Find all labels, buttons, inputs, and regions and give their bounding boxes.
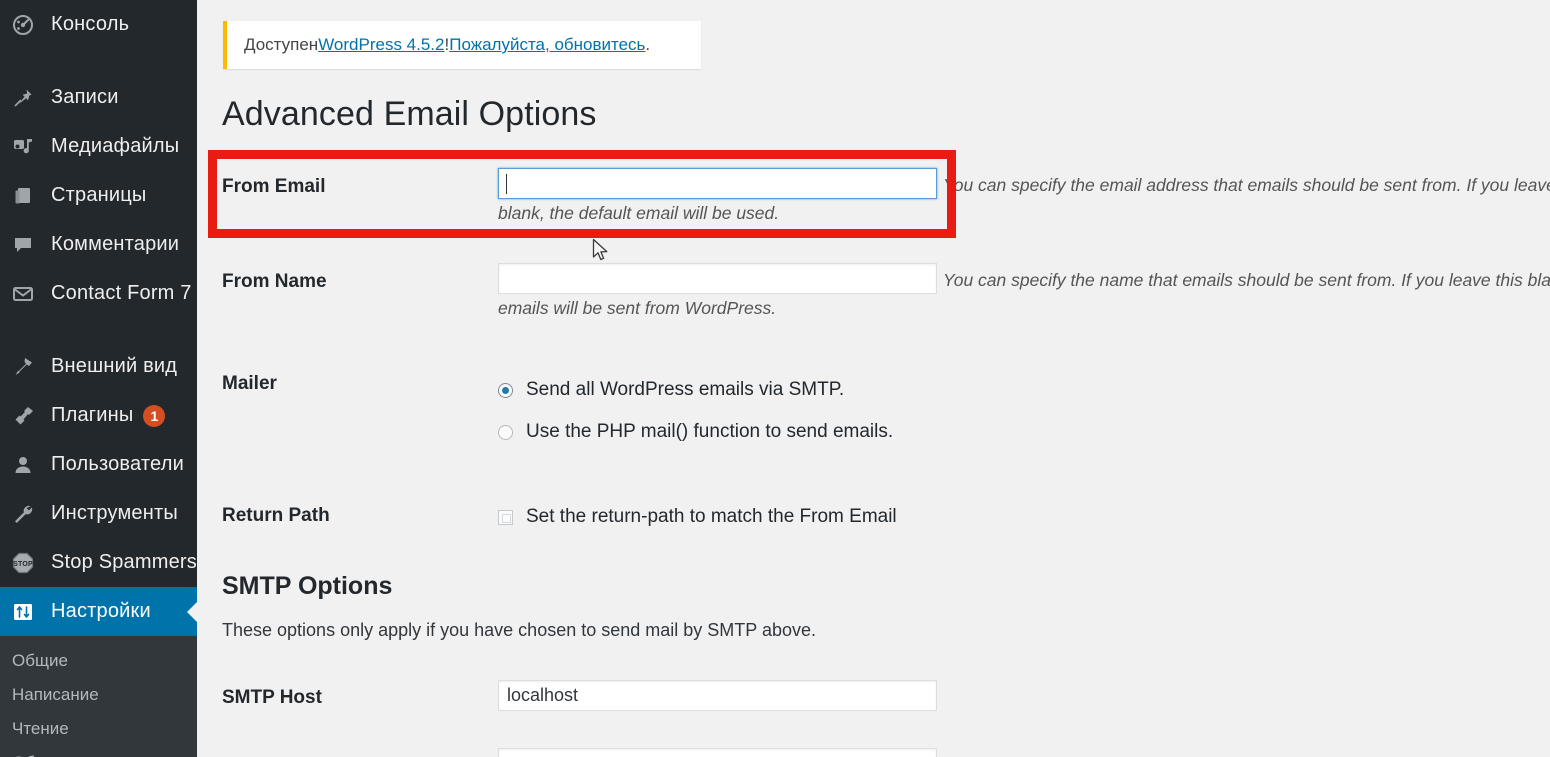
sidebar-item-settings[interactable]: Настройки: [0, 587, 197, 636]
settings-submenu: Общие Написание Чтение Обсуждение Медиаф…: [0, 636, 197, 757]
sidebar-separator-2: [0, 318, 197, 342]
plugins-update-badge: 1: [143, 404, 166, 427]
submenu-item-general[interactable]: Общие: [0, 644, 197, 678]
mailer-option-php-mail[interactable]: Use the PHP mail() function to send emai…: [498, 421, 893, 443]
sidebar-item-label: Записи: [51, 86, 119, 108]
appearance-icon: [10, 354, 36, 380]
update-now-link[interactable]: Пожалуйста, обновитесь: [449, 35, 645, 55]
submenu-item-writing[interactable]: Написание: [0, 678, 197, 712]
sidebar-item-media[interactable]: Медиафайлы: [0, 122, 197, 171]
from-email-input[interactable]: [498, 168, 937, 199]
sidebar-item-appearance[interactable]: Внешний вид: [0, 342, 197, 391]
sidebar-item-stop-spammers[interactable]: STOP Stop Spammers: [0, 538, 197, 587]
sidebar-item-pages[interactable]: Страницы: [0, 171, 197, 220]
dashboard-icon: [10, 12, 36, 38]
envelope-icon: [10, 281, 36, 307]
smtp-port-input-partial[interactable]: [498, 748, 937, 757]
from-name-description-line1: You can specify the name that emails sho…: [943, 270, 1550, 290]
sidebar-item-label: Пользователи: [51, 453, 184, 475]
smtp-host-input[interactable]: [498, 680, 937, 711]
notice-prefix: Доступен: [244, 35, 319, 54]
smtp-host-label: SMTP Host: [222, 687, 322, 708]
sidebar-item-comments[interactable]: Комментарии: [0, 220, 197, 269]
checkbox-return-path-icon[interactable]: [498, 509, 513, 525]
media-icon: [10, 134, 36, 160]
active-arrow-indicator: [187, 600, 197, 623]
radio-smtp-icon[interactable]: [498, 382, 513, 398]
mailer-option-smtp[interactable]: Send all WordPress emails via SMTP.: [498, 379, 844, 401]
pages-icon: [10, 183, 36, 209]
notice-suffix: .: [645, 35, 651, 54]
from-email-description-line2: blank, the default email will be used.: [498, 203, 780, 223]
sidebar-item-tools[interactable]: Инструменты: [0, 489, 197, 538]
sidebar-item-dashboard[interactable]: Консоль: [0, 0, 197, 49]
stop-sign-icon: STOP: [10, 550, 36, 576]
submenu-item-reading[interactable]: Чтение: [0, 712, 197, 746]
from-name-label: From Name: [222, 271, 327, 292]
submenu-item-discussion[interactable]: Обсуждение: [0, 746, 197, 757]
from-name-description-line2: emails will be sent from WordPress.: [498, 298, 777, 318]
sidebar-item-posts[interactable]: Записи: [0, 73, 197, 122]
text-caret: [506, 174, 507, 194]
from-email-label: From Email: [222, 176, 326, 197]
sidebar-separator-1: [0, 49, 197, 73]
sidebar-item-label: Stop Spammers: [51, 551, 197, 573]
from-email-description-line1: You can specify the email address that e…: [943, 175, 1550, 195]
sidebar-item-label: Настройки: [51, 600, 151, 622]
settings-icon: [10, 599, 36, 625]
update-notice: Доступен WordPress 4.5.2! Пожалуйста, об…: [223, 21, 701, 69]
sidebar-item-label: Contact Form 7: [51, 282, 192, 304]
smtp-options-note: These options only apply if you have cho…: [222, 620, 817, 640]
pin-icon: [10, 85, 36, 111]
mailer-option-label: Send all WordPress emails via SMTP.: [526, 379, 845, 400]
screen: Консоль Записи Медиафайлы Страницы Комме…: [0, 0, 1550, 757]
wordpress-version-link[interactable]: WordPress 4.5.2: [318, 35, 444, 55]
return-path-option[interactable]: Set the return-path to match the From Em…: [498, 506, 897, 528]
mailer-option-label: Use the PHP mail() function to send emai…: [526, 421, 894, 442]
comments-icon: [10, 232, 36, 258]
admin-content: Доступен WordPress 4.5.2! Пожалуйста, об…: [197, 0, 1550, 757]
sidebar-item-label: Страницы: [51, 184, 147, 206]
sidebar-item-plugins[interactable]: Плагины 1: [0, 391, 197, 440]
sidebar-item-label: Внешний вид: [51, 355, 178, 377]
return-path-option-label: Set the return-path to match the From Em…: [526, 506, 897, 527]
sidebar-item-label: Плагины: [51, 404, 134, 426]
sidebar-item-label: Консоль: [51, 13, 130, 35]
from-name-input[interactable]: [498, 263, 937, 294]
mailer-label: Mailer: [222, 373, 277, 394]
radio-php-mail-icon[interactable]: [498, 424, 513, 440]
sidebar-item-users[interactable]: Пользователи: [0, 440, 197, 489]
svg-text:STOP: STOP: [13, 561, 33, 568]
page-title: Advanced Email Options: [222, 95, 597, 133]
return-path-label: Return Path: [222, 505, 330, 526]
users-icon: [10, 452, 36, 478]
sidebar-item-label: Медиафайлы: [51, 135, 180, 157]
sidebar-item-label: Инструменты: [51, 502, 178, 524]
sidebar-item-label: Комментарии: [51, 233, 180, 255]
smtp-options-title: SMTP Options: [222, 572, 393, 600]
tools-icon: [10, 501, 36, 527]
plugins-icon: [10, 403, 36, 429]
admin-sidebar: Консоль Записи Медиафайлы Страницы Комме…: [0, 0, 197, 757]
sidebar-item-contact-form-7[interactable]: Contact Form 7: [0, 269, 197, 318]
